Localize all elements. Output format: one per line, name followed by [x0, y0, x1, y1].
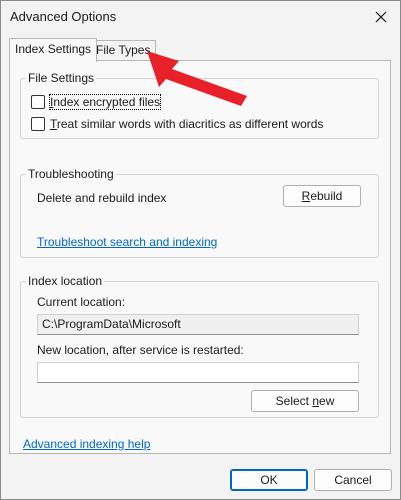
dialog-title: Advanced Options: [10, 9, 117, 24]
checkbox-label[interactable]: Index encrypted files: [48, 94, 162, 110]
new-location-field[interactable]: [37, 362, 359, 383]
cancel-button[interactable]: Cancel: [314, 469, 392, 491]
select-new-button[interactable]: Select new: [251, 390, 359, 412]
new-location-label: New location, after service is restarted…: [37, 343, 244, 357]
tab-panel-index-settings: File Settings Index encrypted files Trea…: [9, 60, 391, 454]
dialog-footer: OK Cancel: [1, 457, 400, 499]
current-location-field: C:\ProgramData\Microsoft: [37, 314, 359, 335]
tab-file-types[interactable]: File Types: [90, 40, 157, 60]
index-location-legend: Index location: [28, 274, 103, 288]
troubleshooting-legend: Troubleshooting: [28, 167, 114, 181]
advanced-indexing-help-link[interactable]: Advanced indexing help: [23, 437, 150, 451]
treat-diacritics-checkbox[interactable]: Treat similar words with diacritics as d…: [31, 117, 323, 131]
close-button[interactable]: [368, 4, 394, 30]
title-bar: Advanced Options: [1, 1, 400, 35]
checkbox-box[interactable]: [31, 117, 45, 131]
index-encrypted-files-checkbox[interactable]: Index encrypted files: [31, 94, 162, 110]
current-location-label: Current location:: [37, 295, 126, 309]
troubleshoot-search-link[interactable]: Troubleshoot search and indexing: [37, 235, 217, 249]
checkbox-label[interactable]: Treat similar words with diacritics as d…: [50, 117, 323, 131]
advanced-options-dialog: Advanced Options Index Settings File Typ…: [0, 0, 401, 500]
rebuild-description: Delete and rebuild index: [37, 191, 167, 205]
troubleshooting-group: Troubleshooting Delete and rebuild index…: [20, 167, 379, 258]
ok-button[interactable]: OK: [230, 469, 308, 491]
close-icon: [375, 11, 387, 23]
file-settings-group: File Settings Index encrypted files Trea…: [20, 71, 379, 139]
index-location-group: Index location Current location: C:\Prog…: [20, 274, 379, 418]
tab-index-settings[interactable]: Index Settings: [9, 38, 98, 62]
checkbox-box[interactable]: [31, 95, 45, 109]
rebuild-button[interactable]: Rebuild: [283, 185, 361, 207]
file-settings-legend: File Settings: [28, 71, 95, 85]
